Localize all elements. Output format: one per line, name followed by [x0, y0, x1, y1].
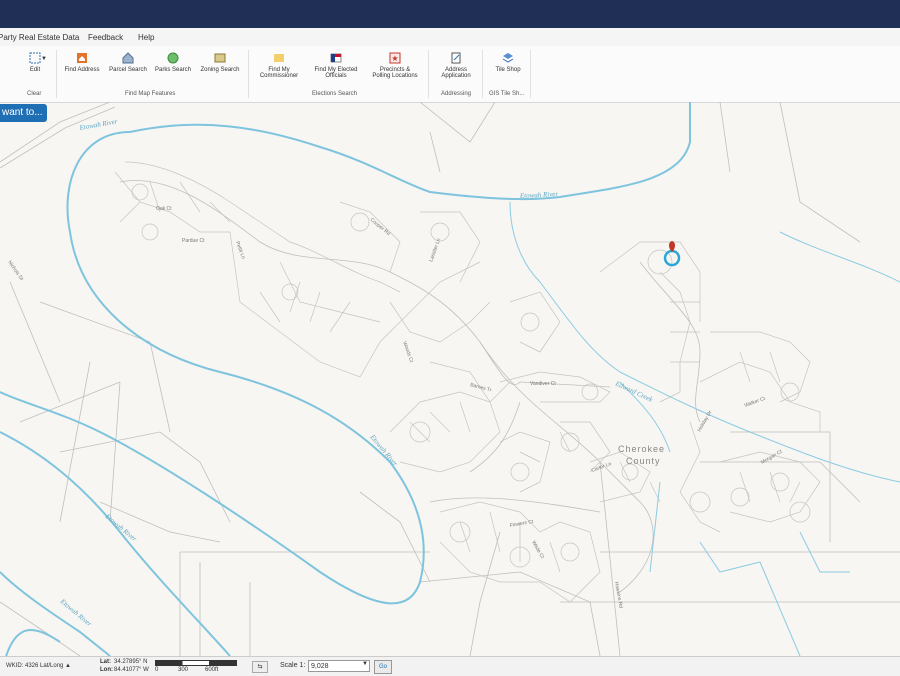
- river-label: Etowah River: [58, 597, 93, 629]
- county-label: County: [626, 456, 661, 466]
- street-label: Walker Ct: [744, 396, 767, 409]
- document-edit-icon: [451, 52, 461, 64]
- street-label: Nichols Dr: [6, 260, 24, 283]
- ribbon-toolbar: Edit ▼ Clear Find Address Parcel Search …: [0, 46, 900, 103]
- zoning-search-button[interactable]: Zoning Search: [198, 52, 242, 73]
- zoning-map-icon: [214, 53, 226, 63]
- parcel-house-icon: [122, 52, 134, 64]
- street-label: Vandiver Ct: [530, 381, 556, 387]
- street-label: Wade Ct: [530, 540, 545, 560]
- scale-bar: [155, 660, 237, 666]
- river-label: Etowah River: [368, 432, 400, 467]
- find-officials-button[interactable]: Find My Elected Officials: [310, 52, 362, 79]
- house-icon: [77, 53, 87, 63]
- tree-icon: [167, 52, 179, 64]
- scale-unit-toggle[interactable]: ⇆: [252, 661, 268, 673]
- parcel-search-button[interactable]: Parcel Search: [108, 52, 148, 73]
- street-label: Carter Ln: [591, 461, 613, 474]
- tile-shop-button[interactable]: Tile Shop: [488, 52, 528, 73]
- street-label: Lassiter Ln: [428, 237, 442, 262]
- menu-item-real-estate[interactable]: Party Real Estate Data: [0, 33, 79, 42]
- select-dashed-icon: [29, 52, 41, 64]
- app-title-bar: [0, 0, 900, 28]
- latitude-readout: 34.27895° N: [114, 659, 148, 665]
- creek-label: Edward Creek: [613, 379, 654, 404]
- i-want-to-button[interactable]: want to...: [0, 104, 47, 122]
- parks-search-button[interactable]: Parks Search: [154, 52, 192, 73]
- street-label: Woods Ct: [401, 341, 414, 364]
- group-label-find: Find Map Features: [125, 91, 176, 97]
- street-label: Pardue Ct: [182, 238, 205, 244]
- group-label-addressing: Addressing: [441, 91, 472, 97]
- street-label: Cooper Rd: [369, 217, 392, 237]
- group-label-tile: GIS Tile Sh...: [489, 91, 525, 97]
- scale-select[interactable]: 9,028: [308, 660, 370, 672]
- menu-bar: Party Real Estate Data Feedback Help: [0, 28, 900, 47]
- street-label: Pettit Ln: [234, 241, 246, 260]
- folder-icon: [274, 54, 284, 62]
- layers-icon: [502, 53, 514, 63]
- svg-text:★: ★: [391, 54, 398, 63]
- find-address-button[interactable]: Find Address: [62, 52, 102, 73]
- flag-icon: [330, 53, 342, 63]
- scale-go-button[interactable]: Go: [374, 660, 392, 674]
- map-canvas[interactable]: Etowah River Etowah River Etowah River E…: [0, 102, 900, 656]
- group-label-elections: Elections Search: [312, 91, 358, 97]
- menu-item-help[interactable]: Help: [138, 33, 154, 42]
- address-application-button[interactable]: Address Application: [436, 52, 476, 79]
- chevron-down-icon[interactable]: ▼: [362, 661, 368, 667]
- street-label: Barnes Tr: [469, 382, 492, 393]
- status-bar: WKID: 4326 Lat/Long ▲ Lat: 34.27895° N L…: [0, 656, 900, 676]
- coordinate-system-toggle[interactable]: WKID: 4326 Lat/Long ▲: [6, 663, 71, 669]
- county-label: Cherokee: [618, 444, 665, 454]
- chevron-down-icon[interactable]: ▼: [41, 56, 47, 62]
- street-label: Oak Ct: [156, 206, 172, 212]
- menu-item-feedback[interactable]: Feedback: [88, 33, 123, 42]
- longitude-readout: 84.41077° W: [114, 667, 149, 673]
- precincts-button[interactable]: ★ Precincts & Polling Locations: [368, 52, 422, 79]
- group-label-clear: Clear: [27, 91, 42, 97]
- star-icon: ★: [389, 52, 401, 64]
- street-label: Flowers Ct: [509, 519, 534, 529]
- find-commissioner-button[interactable]: Find My Commissioner: [255, 52, 303, 79]
